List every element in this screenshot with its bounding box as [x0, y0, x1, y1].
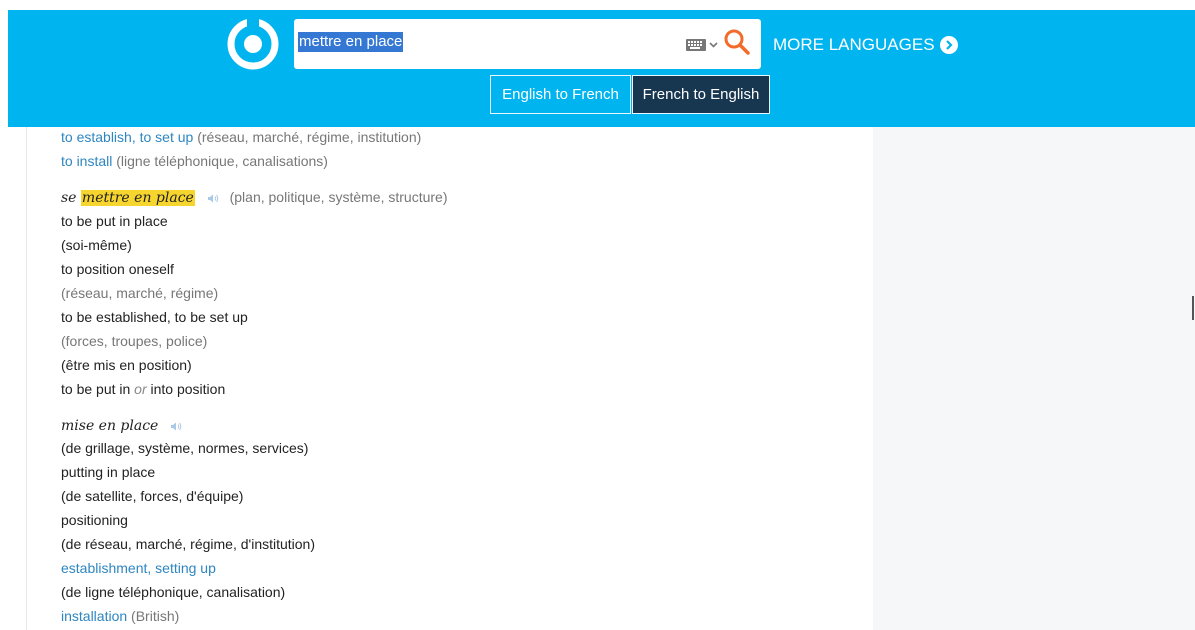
sense-line: to establish, to set up (réseau, marché,…	[61, 128, 421, 146]
scrollbar-handle[interactable]	[1192, 296, 1194, 320]
headword-context: (plan, politique, système, structure)	[229, 189, 448, 205]
sense-context: (British)	[127, 608, 180, 624]
search-box: mettre en place	[294, 19, 761, 69]
sense-line: (de satellite, forces, d'équipe)	[61, 488, 244, 504]
headword-line: mise en place	[61, 416, 183, 435]
more-languages-link[interactable]: MORE LANGUAGES	[773, 34, 958, 56]
tab-french-to-english[interactable]: French to English	[632, 75, 770, 114]
header-bar: mettre en place MORE L	[8, 10, 1195, 127]
search-input[interactable]	[298, 33, 678, 55]
translation-link[interactable]: installation	[61, 608, 127, 624]
sense-line: (de grillage, système, normes, services)	[61, 440, 309, 456]
speaker-icon[interactable]	[170, 421, 183, 432]
more-languages-label: MORE LANGUAGES	[773, 35, 935, 54]
or-word: or	[134, 381, 147, 397]
chevron-down-icon	[709, 42, 718, 48]
headword-prefix: se	[61, 190, 81, 206]
sense-line: (forces, troupes, police)	[61, 333, 208, 349]
sense-line: (de réseau, marché, régime, d'institutio…	[61, 536, 316, 552]
headword: mise en place	[61, 418, 159, 434]
search-icon[interactable]	[723, 28, 751, 56]
sense-line: (de ligne téléphonique, canalisation)	[61, 584, 286, 600]
sense-text: to be put in	[61, 381, 135, 397]
sense-line: to be put in or into position	[61, 380, 225, 398]
sense-line: positioning	[61, 512, 128, 528]
sense-line: to install (ligne téléphonique, canalisa…	[61, 152, 328, 170]
sense-line: (être mis en position)	[61, 357, 192, 373]
page: mettre en place MORE L	[0, 0, 1195, 630]
sense-text: into position	[146, 381, 226, 397]
sense-line: to be put in place	[61, 213, 168, 229]
keyboard-icon[interactable]	[685, 38, 719, 52]
sense-line: (réseau, marché, régime)	[61, 285, 219, 301]
headword-highlighted: mettre en place	[80, 190, 195, 206]
sense-line: putting in place	[61, 464, 156, 480]
sense-context: (ligne téléphonique, canalisations)	[112, 153, 328, 169]
arrow-right-circle-icon	[939, 36, 958, 54]
side-panel	[873, 127, 1195, 630]
translation-link[interactable]: establishment, setting up	[61, 559, 216, 577]
dictionary-entry: to establish, to set up (réseau, marché,…	[26, 127, 874, 630]
headword-line: se mettre en place (plan, politique, sys…	[61, 188, 447, 207]
logo-icon[interactable]	[227, 18, 279, 70]
sense-line: to be established, to be set up	[61, 309, 248, 325]
sense-context: (réseau, marché, régime, institution)	[193, 129, 422, 145]
sense-line: to position oneself	[61, 261, 174, 277]
sense-line: installation (British)	[61, 607, 179, 625]
speaker-icon[interactable]	[207, 193, 220, 204]
tab-english-to-french[interactable]: English to French	[490, 75, 631, 114]
translation-link[interactable]: to establish, to set up	[61, 129, 193, 145]
translation-link[interactable]: to install	[61, 153, 112, 169]
sense-line: (soi-même)	[61, 237, 132, 253]
